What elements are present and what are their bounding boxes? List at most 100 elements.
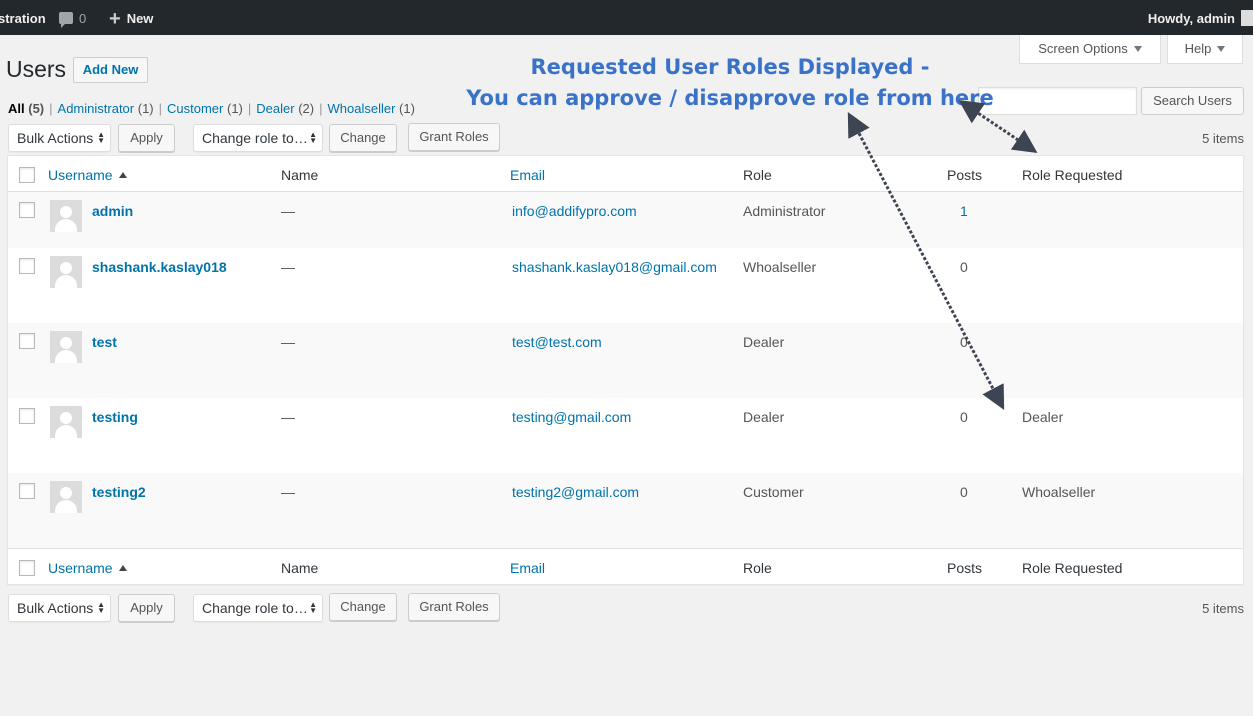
apply-button[interactable]: Apply — [118, 124, 175, 152]
row-checkbox[interactable] — [19, 483, 35, 499]
column-email[interactable]: Email — [510, 167, 545, 183]
user-avatar — [50, 406, 82, 438]
username-link[interactable]: testing2 — [92, 484, 146, 500]
annotation-line-2: You can approve / disapprove role from h… — [466, 86, 994, 110]
grant-roles-button[interactable]: Grant Roles — [408, 123, 500, 151]
select-arrows-icon: ▲ ▼ — [309, 600, 317, 615]
table-row: testing2 — testing2@gmail.com Customer 0… — [8, 473, 1243, 548]
row-checkbox[interactable] — [19, 202, 35, 218]
filter-administrator[interactable]: Administrator — [58, 101, 135, 116]
change-role-value: Change role to… — [202, 130, 308, 146]
search-input[interactable] — [978, 87, 1137, 115]
comments-link[interactable]: 0 — [59, 0, 86, 35]
apply-button-bottom[interactable]: Apply — [118, 594, 175, 622]
avatar[interactable] — [1241, 10, 1253, 26]
page-title: Users — [6, 56, 67, 82]
comment-icon — [59, 12, 73, 28]
filter-all[interactable]: All (5) — [8, 101, 44, 116]
bulk-actions-select-bottom[interactable]: Bulk Actions ▲ ▼ — [8, 594, 111, 622]
filter-whoalseller[interactable]: Whoalseller — [327, 101, 395, 116]
items-count-bottom: 5 items — [1202, 601, 1244, 616]
name-cell: — — [281, 334, 295, 350]
user-role-filters: All (5) | Administrator (1) | Customer (1) | D… — [8, 101, 415, 116]
table-header: Username Name Email Role Posts Role Requ… — [8, 156, 1243, 192]
annotation-text: Requested User Roles Displayed - You can… — [460, 52, 1000, 114]
column-posts: Posts — [947, 560, 983, 576]
items-count: 5 items — [1202, 131, 1244, 146]
my-account-link[interactable]: Howdy, admin — [1148, 0, 1235, 35]
role-cell: Customer — [743, 484, 804, 500]
table-row: shashank.kaslay018 — shashank.kaslay018@… — [8, 248, 1243, 323]
select-all-checkbox-footer[interactable] — [19, 560, 35, 576]
column-name: Name — [281, 167, 319, 183]
bulk-actions-select[interactable]: Bulk Actions ▲ ▼ — [8, 124, 111, 152]
select-arrows-icon: ▲ ▼ — [309, 130, 317, 145]
select-arrows-icon: ▲ ▼ — [97, 600, 105, 615]
row-checkbox[interactable] — [19, 408, 35, 424]
select-arrows-icon: ▲ ▼ — [97, 130, 105, 145]
triangle-down-icon — [1217, 46, 1226, 52]
username-link[interactable]: admin — [92, 203, 133, 219]
posts-count: 0 — [960, 334, 968, 350]
plus-icon: + — [109, 8, 121, 30]
posts-count-link[interactable]: 1 — [960, 203, 968, 219]
table-row: admin — info@addifypro.com Administrator… — [8, 192, 1243, 248]
username-link[interactable]: testing — [92, 409, 138, 425]
grant-roles-button-bottom[interactable]: Grant Roles — [408, 593, 500, 621]
new-label: New — [126, 11, 154, 26]
role-cell: Administrator — [743, 203, 826, 219]
column-role: Role — [743, 560, 772, 576]
posts-count: 0 — [960, 259, 968, 275]
help-label: Help — [1184, 41, 1212, 56]
row-checkbox[interactable] — [19, 258, 35, 274]
add-new-button[interactable]: Add New — [73, 57, 148, 83]
column-role-requested: Role Requested — [1022, 167, 1123, 183]
column-username[interactable]: Username — [48, 560, 127, 576]
howdy-text: Howdy, admin — [1147, 11, 1235, 26]
screen-options-label: Screen Options — [1038, 41, 1128, 56]
column-posts: Posts — [947, 167, 983, 183]
help-button[interactable]: Help — [1167, 35, 1243, 64]
role-cell: Whoalseller — [743, 259, 817, 275]
email-link[interactable]: info@addifypro.com — [512, 203, 637, 219]
filter-dealer[interactable]: Dealer — [256, 101, 294, 116]
column-role: Role — [743, 167, 772, 183]
posts-count: 0 — [960, 409, 968, 425]
email-link[interactable]: shashank.kaslay018@gmail.com — [512, 259, 717, 275]
row-checkbox[interactable] — [19, 333, 35, 349]
column-username[interactable]: Username — [48, 167, 127, 183]
email-link[interactable]: testing2@gmail.com — [512, 484, 639, 500]
change-button[interactable]: Change — [329, 124, 397, 152]
email-link[interactable]: testing@gmail.com — [512, 409, 631, 425]
column-name: Name — [281, 560, 319, 576]
name-cell: — — [281, 203, 295, 219]
user-avatar — [50, 200, 82, 232]
change-button-bottom[interactable]: Change — [329, 593, 397, 621]
select-all-checkbox[interactable] — [19, 167, 35, 183]
user-avatar — [50, 331, 82, 363]
role-requested-cell: Whoalseller — [1022, 484, 1096, 500]
change-role-select-bottom[interactable]: Change role to… ▲ ▼ — [193, 594, 323, 622]
user-avatar — [50, 481, 82, 513]
name-cell: — — [281, 259, 295, 275]
triangle-down-icon — [1133, 46, 1142, 52]
search-users-button[interactable]: Search Users — [1141, 87, 1244, 115]
email-link[interactable]: test@test.com — [512, 334, 602, 350]
name-cell: — — [281, 484, 295, 500]
new-content-link[interactable]: + New — [109, 0, 153, 35]
username-link[interactable]: test — [92, 334, 117, 350]
users-table: Username Name Email Role Posts Role Requ… — [7, 155, 1244, 585]
site-name-link[interactable]: stration — [0, 0, 46, 35]
column-email[interactable]: Email — [510, 560, 545, 576]
sort-asc-icon — [118, 172, 127, 178]
table-row: test — test@test.com Dealer 0 — [8, 323, 1243, 398]
role-requested-cell: Dealer — [1022, 409, 1064, 425]
change-role-select[interactable]: Change role to… ▲ ▼ — [193, 124, 323, 152]
name-cell: — — [281, 409, 295, 425]
screen-options-button[interactable]: Screen Options — [1019, 35, 1161, 64]
comments-count: 0 — [79, 11, 87, 26]
username-link[interactable]: shashank.kaslay018 — [92, 259, 227, 275]
filter-customer[interactable]: Customer — [167, 101, 223, 116]
role-cell: Dealer — [743, 334, 785, 350]
user-avatar — [50, 256, 82, 288]
